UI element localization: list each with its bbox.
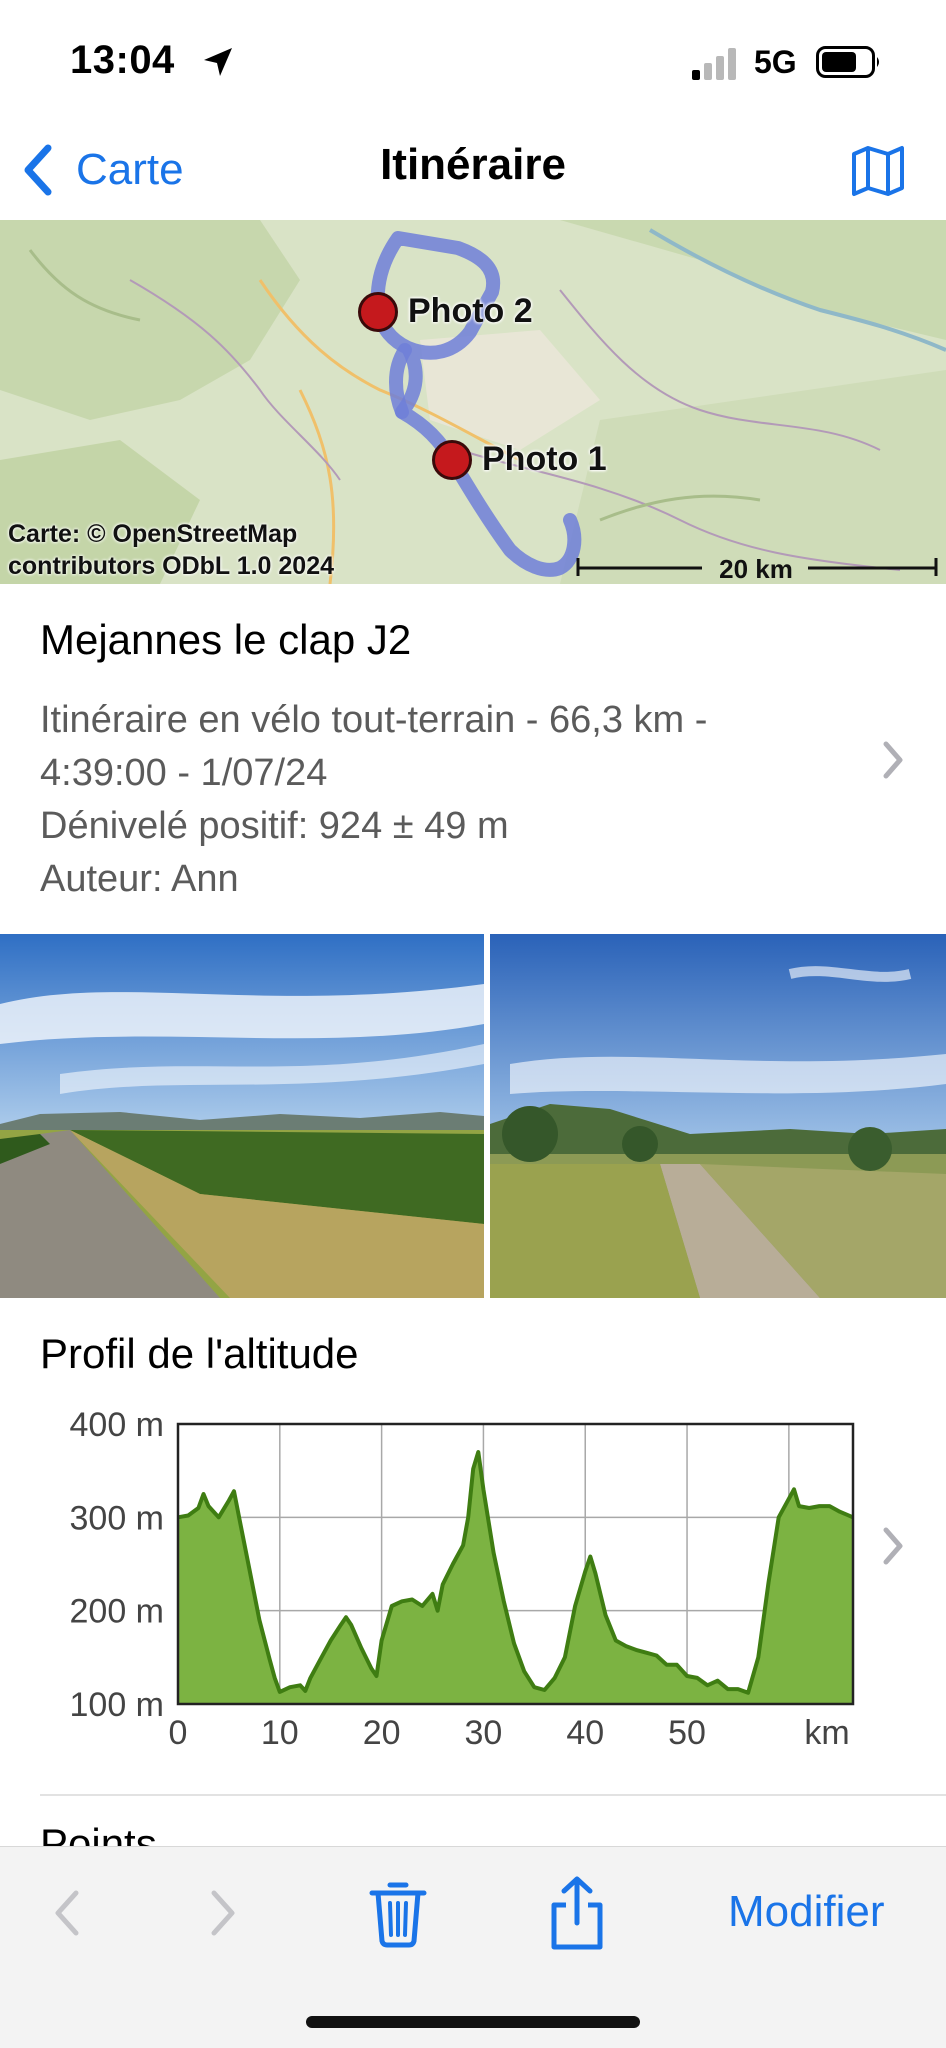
photo-country-road — [490, 934, 946, 1298]
x-tick-label: 10 — [261, 1714, 299, 1752]
map-icon[interactable] — [848, 140, 908, 200]
section-divider — [40, 1794, 946, 1796]
photo-2-marker-label: Photo 2 — [408, 292, 533, 330]
route-elevation-gain: Dénivelé positif: 924 ± 49 m — [40, 805, 509, 847]
y-tick-label: 100 m — [70, 1686, 165, 1724]
page-title: Itinéraire — [380, 140, 566, 189]
x-tick-label: 40 — [566, 1714, 604, 1752]
battery-icon — [816, 46, 879, 78]
x-tick-label: 30 — [465, 1714, 503, 1752]
edit-button[interactable]: Modifier — [728, 1887, 885, 1937]
trash-icon[interactable] — [368, 1877, 428, 1949]
next-arrow-icon[interactable] — [202, 1885, 242, 1941]
status-time: 13:04 — [70, 38, 175, 82]
chevron-right-icon — [883, 741, 903, 779]
chevron-right-icon — [883, 1527, 903, 1565]
photo-vineyard-road — [0, 934, 484, 1298]
map-attribution: Carte: © OpenStreetMap contributors ODbL… — [8, 518, 334, 582]
route-details: Itinéraire en vélo tout-terrain - 66,3 k… — [40, 694, 840, 906]
route-photo-1[interactable] — [0, 934, 484, 1298]
y-tick-label: 200 m — [70, 1593, 165, 1631]
route-map[interactable]: Photo 2 Photo 1 Carte: © OpenStreetMap c… — [0, 220, 946, 584]
previous-arrow-icon[interactable] — [48, 1885, 88, 1941]
photo-1-marker-label: Photo 1 — [482, 440, 607, 478]
altitude-profile-row[interactable]: Profil de l'altitude 400 m 300 m 200 m 100 … — [0, 1298, 946, 1798]
x-unit-label: km — [804, 1714, 849, 1752]
navigation-bar: Carte Itinéraire — [0, 120, 946, 220]
x-tick-label: 0 — [169, 1714, 188, 1752]
x-tick-label: 50 — [668, 1714, 706, 1752]
y-tick-label: 400 m — [70, 1406, 165, 1444]
photo-2-marker[interactable] — [358, 292, 398, 332]
route-info-row[interactable]: Mejannes le clap J2 Itinéraire en vélo t… — [0, 584, 946, 934]
map-scale-bar: 20 km — [576, 554, 938, 580]
location-arrow-icon — [204, 48, 232, 76]
map-attribution-line-2: contributors ODbL 1.0 2024 — [8, 552, 335, 580]
route-name: Mejannes le clap J2 — [40, 616, 412, 663]
route-photo-2[interactable] — [490, 934, 946, 1298]
route-detail-line-2: 4:39:00 - 1/07/24 — [40, 752, 328, 794]
home-indicator — [306, 2016, 640, 2028]
signal-strength-icon — [692, 48, 736, 80]
x-tick-label: 20 — [363, 1714, 401, 1752]
map-scale-label: 20 km — [719, 554, 793, 580]
route-author: Auteur: Ann — [40, 858, 239, 900]
route-detail-line-1: Itinéraire en vélo tout-terrain - 66,3 k… — [40, 699, 708, 741]
altitude-chart: 400 m 300 m 200 m 100 m0 10 20 30 40 50 km — [70, 1406, 855, 1752]
photo-strip — [0, 934, 946, 1298]
map-attribution-line-1: Carte: © OpenStreetMap — [8, 520, 298, 548]
network-type: 5G — [754, 44, 797, 80]
y-tick-label: 300 m — [70, 1499, 165, 1537]
share-icon[interactable] — [546, 1875, 608, 1951]
status-bar: 13:04 5G — [0, 0, 946, 120]
photo-1-marker[interactable] — [432, 440, 472, 480]
